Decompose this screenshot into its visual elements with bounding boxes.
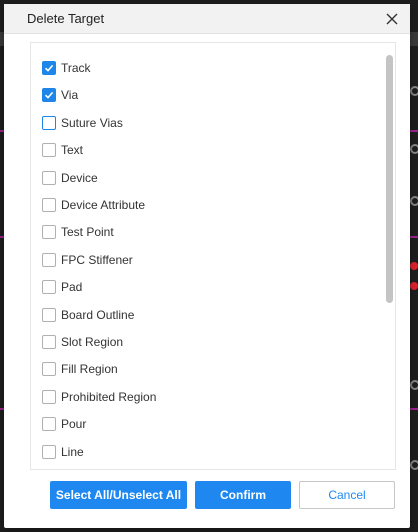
checkbox[interactable] xyxy=(42,362,56,377)
checkbox-item[interactable]: Track xyxy=(42,58,91,78)
checkbox-item[interactable]: Device Attribute xyxy=(42,195,145,215)
canvas-trace xyxy=(410,130,418,132)
dialog-titlebar: Delete Target xyxy=(4,4,410,34)
canvas-via xyxy=(410,380,418,390)
canvas-pad xyxy=(410,282,418,290)
checkbox-label: Device xyxy=(61,170,98,185)
close-icon xyxy=(386,13,398,25)
checkbox[interactable] xyxy=(42,252,56,267)
checkbox-label: Text xyxy=(61,143,84,158)
checkbox-item[interactable]: Test Point xyxy=(42,222,114,242)
select-all-button[interactable]: Select All/Unselect All xyxy=(50,481,187,509)
checkbox-label: Line xyxy=(61,444,84,459)
checkbox[interactable] xyxy=(42,115,56,130)
checkbox[interactable] xyxy=(42,88,56,103)
checkbox[interactable] xyxy=(42,389,56,404)
checkbox[interactable] xyxy=(42,170,56,185)
checkbox-label: Fill Region xyxy=(61,362,118,377)
target-checkbox-list: Track Via Suture Vias Text Device Device Attr… xyxy=(30,42,396,470)
canvas-pad xyxy=(410,262,418,270)
canvas-via xyxy=(410,86,418,96)
delete-target-dialog: Delete Target Track Via Suture Vias Text Dev… xyxy=(4,4,410,528)
checkbox-item[interactable]: Prohibited Region xyxy=(42,387,156,407)
checkbox[interactable] xyxy=(42,61,56,75)
checkbox-label: Board Outline xyxy=(61,307,135,322)
checkbox-item[interactable]: Device xyxy=(42,168,98,188)
checkbox-label: Pour xyxy=(61,417,87,432)
checkbox-item[interactable]: Board Outline xyxy=(42,305,134,325)
checkbox-label: Track xyxy=(61,61,91,75)
canvas-via xyxy=(410,196,418,206)
check-icon xyxy=(44,92,54,100)
checkbox[interactable] xyxy=(42,307,56,322)
canvas-trace xyxy=(410,408,418,410)
checkbox[interactable] xyxy=(42,444,56,459)
dialog-title: Delete Target xyxy=(27,11,105,26)
close-button[interactable] xyxy=(382,9,402,29)
list-scrollbar[interactable] xyxy=(386,55,393,303)
checkbox-item[interactable]: Via xyxy=(42,85,78,105)
canvas-via xyxy=(410,460,418,470)
checkbox[interactable] xyxy=(42,417,56,432)
canvas-trace xyxy=(410,236,418,238)
checkbox-item[interactable]: FPC Stiffener xyxy=(42,250,133,270)
checkbox-item[interactable]: Fill Region xyxy=(42,359,118,379)
canvas-via xyxy=(410,144,418,154)
checkbox-label: Device Attribute xyxy=(61,198,146,212)
confirm-button[interactable]: Confirm xyxy=(195,481,291,509)
checkbox-label: Slot Region xyxy=(61,335,124,349)
checkbox[interactable] xyxy=(42,143,56,158)
checkbox-label: Suture Vias xyxy=(61,115,123,130)
checkbox[interactable] xyxy=(42,335,56,349)
checkbox[interactable] xyxy=(42,280,56,295)
checkbox-item[interactable]: Line xyxy=(42,442,84,462)
checkbox[interactable] xyxy=(42,225,56,240)
checkbox-label: Test Point xyxy=(61,225,114,240)
checkbox-label: Via xyxy=(61,88,79,103)
checkbox-label: Prohibited Region xyxy=(61,389,157,404)
check-icon xyxy=(44,64,54,72)
checkbox-item[interactable]: Pad xyxy=(42,277,82,297)
checkbox-item[interactable]: Text xyxy=(42,140,83,160)
checkbox-item[interactable]: Pour xyxy=(42,414,86,434)
checkbox-label: Pad xyxy=(61,280,83,295)
cancel-button[interactable]: Cancel xyxy=(299,481,395,509)
checkbox[interactable] xyxy=(42,198,56,212)
checkbox-label: FPC Stiffener xyxy=(61,252,133,267)
checkbox-item[interactable]: Slot Region xyxy=(42,332,123,352)
checkbox-item[interactable]: Suture Vias xyxy=(42,113,123,133)
